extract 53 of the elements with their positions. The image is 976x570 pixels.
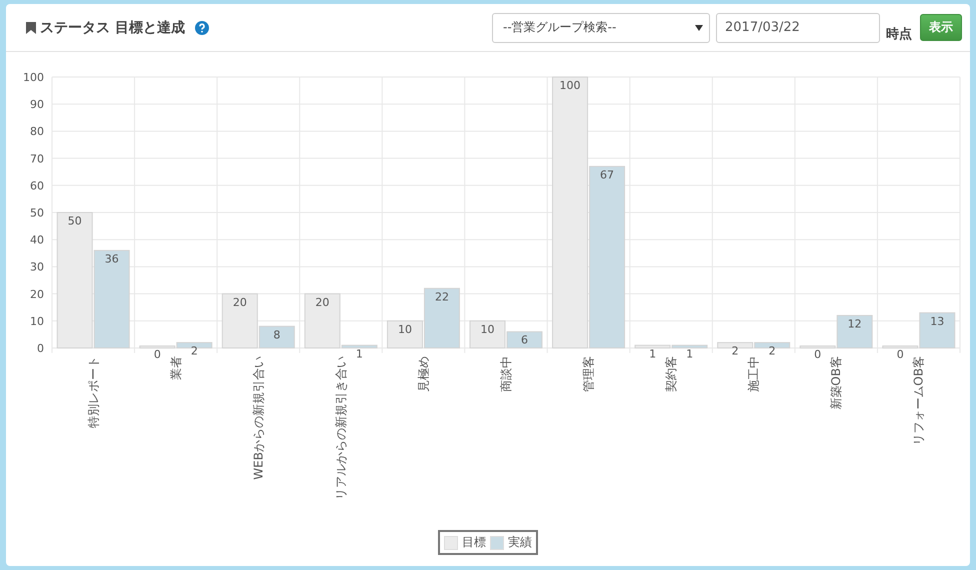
caret-icon xyxy=(695,24,703,30)
y-tick-label: 30 xyxy=(30,260,44,274)
y-tick-label: 10 xyxy=(30,314,44,328)
bar-value-label: 1 xyxy=(356,347,363,360)
bar-value-label: 50 xyxy=(68,214,82,228)
legend-label: 目標 xyxy=(462,534,486,551)
x-category-label: 商談中 xyxy=(499,356,513,392)
bar-value-label: 0 xyxy=(154,348,161,361)
x-category-label: 新築OB客 xyxy=(829,356,844,410)
x-category-label: WEBからの新規引合い xyxy=(251,356,266,480)
date-suffix: 時点 xyxy=(886,26,912,43)
bar-value-label: 100 xyxy=(560,79,581,92)
bar-value-label: 67 xyxy=(600,168,614,182)
y-tick-label: 0 xyxy=(37,342,44,355)
x-category-label: リアルからの新規引き合い xyxy=(334,356,348,500)
group-select[interactable]: --営業グループ検索-- xyxy=(492,12,710,42)
bar-value-label: 1 xyxy=(686,347,694,360)
y-tick-label: 100 xyxy=(23,71,44,84)
bar-value-label: 20 xyxy=(232,296,247,309)
y-tick-label: 60 xyxy=(30,179,44,192)
x-category-label: リフォームOB客 xyxy=(912,356,926,446)
y-tick-label: 50 xyxy=(30,206,44,220)
bar-value-label: 36 xyxy=(104,252,119,266)
x-category-label: 契約客 xyxy=(664,356,678,392)
bar-value-label: 20 xyxy=(315,296,330,309)
x-category-label: 特別レポート xyxy=(86,356,100,428)
bar-value-label: 2 xyxy=(732,344,739,358)
x-category-label: 見極め xyxy=(416,356,430,392)
bar-value-label: 13 xyxy=(930,314,944,328)
date-field[interactable]: 2017/03/22 xyxy=(716,12,880,42)
x-category-label: 施工中 xyxy=(746,356,761,392)
x-category-label: 管理客 xyxy=(582,356,596,392)
bar-value-label: 0 xyxy=(896,348,904,361)
y-tick-label: 20 xyxy=(30,288,44,301)
x-category-label: 業者 xyxy=(168,356,183,380)
bar-value-label: 0 xyxy=(814,348,822,361)
help-icon[interactable] xyxy=(194,20,209,34)
bar-value-label: 1 xyxy=(649,347,656,360)
bar-value-label: 10 xyxy=(398,322,412,336)
bookmark-icon xyxy=(26,22,36,34)
bar-value-label: 2 xyxy=(190,344,198,358)
y-tick-label: 90 xyxy=(30,98,44,112)
bar-value-label: 2 xyxy=(768,344,776,358)
panel-title: ステータス 目標と達成 xyxy=(40,18,185,36)
bar-value-label: 22 xyxy=(434,290,449,304)
bar-value-label: 6 xyxy=(521,334,528,347)
bar-value-label: 12 xyxy=(848,317,862,330)
y-tick-label: 80 xyxy=(30,125,44,138)
y-tick-label: 40 xyxy=(30,234,44,247)
bar-value-label: 10 xyxy=(480,322,494,336)
y-tick-label: 70 xyxy=(30,152,44,166)
bar-value-label: 8 xyxy=(273,328,280,342)
legend-label: 実績 xyxy=(508,534,532,551)
